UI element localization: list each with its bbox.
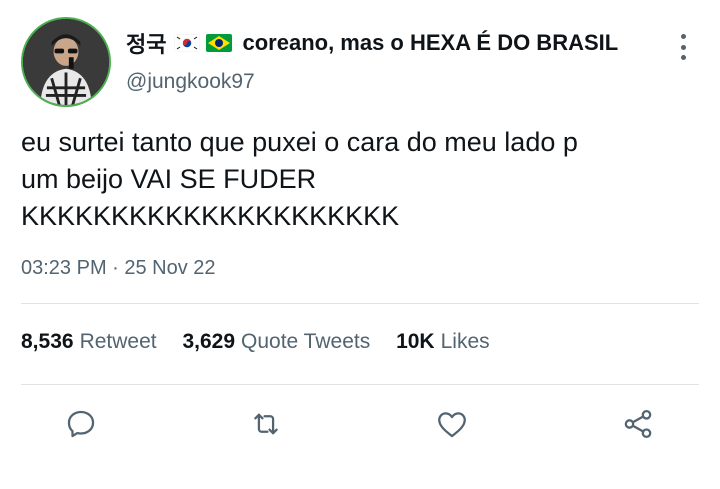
quotes-stat[interactable]: 3,629 Quote Tweets: [182, 330, 390, 353]
engagement-stats: 8,536 Retweet 3,629 Quote Tweets 10K Likes: [21, 330, 510, 354]
tweet-text-line: KKKKKKKKKKKKKKKKKKKKK: [21, 201, 400, 231]
tweet-timestamp[interactable]: 03:23 PM · 25 Nov 22: [21, 257, 216, 280]
tweet-text-line: eu surtei tanto que puxei o cara do meu …: [21, 127, 578, 157]
divider: [21, 384, 699, 385]
retweets-stat[interactable]: 8,536 Retweet: [21, 330, 177, 353]
quotes-count: 3,629: [182, 330, 236, 353]
south-korea-flag-icon: [174, 34, 201, 52]
reply-icon: [67, 410, 95, 438]
likes-count: 10K: [396, 330, 435, 353]
share-button[interactable]: [618, 404, 658, 444]
likes-stat[interactable]: 10K Likes: [396, 330, 510, 353]
reply-button[interactable]: [61, 404, 101, 444]
tweet-text: eu surtei tanto que puxei o cara do meu …: [21, 124, 701, 235]
retweet-button[interactable]: [246, 404, 286, 444]
author-name[interactable]: 정국: [126, 27, 166, 59]
quotes-label: Quote Tweets: [241, 330, 371, 353]
retweet-icon: [254, 413, 278, 435]
divider: [21, 303, 699, 304]
like-icon: [438, 412, 466, 438]
tweet-card: 정국 coreano, mas o HEXA É DO BRASIL @jung…: [0, 0, 720, 489]
share-icon: [624, 409, 652, 439]
avatar-image: [23, 19, 109, 105]
likes-label: Likes: [440, 330, 490, 353]
like-button[interactable]: [432, 404, 472, 444]
tweet-text-line: um beijo VAI SE FUDER: [21, 164, 317, 194]
more-options-icon[interactable]: [672, 34, 694, 60]
brazil-flag-icon: [206, 34, 233, 52]
retweets-label: Retweet: [79, 330, 157, 353]
avatar[interactable]: [21, 17, 111, 107]
author-name-row[interactable]: 정국 coreano, mas o HEXA É DO BRASIL: [126, 28, 618, 58]
retweets-count: 8,536: [21, 330, 74, 353]
action-bar: [0, 404, 720, 444]
author-name-suffix[interactable]: coreano, mas o HEXA É DO BRASIL: [242, 30, 618, 56]
author-handle[interactable]: @jungkook97: [126, 70, 255, 94]
